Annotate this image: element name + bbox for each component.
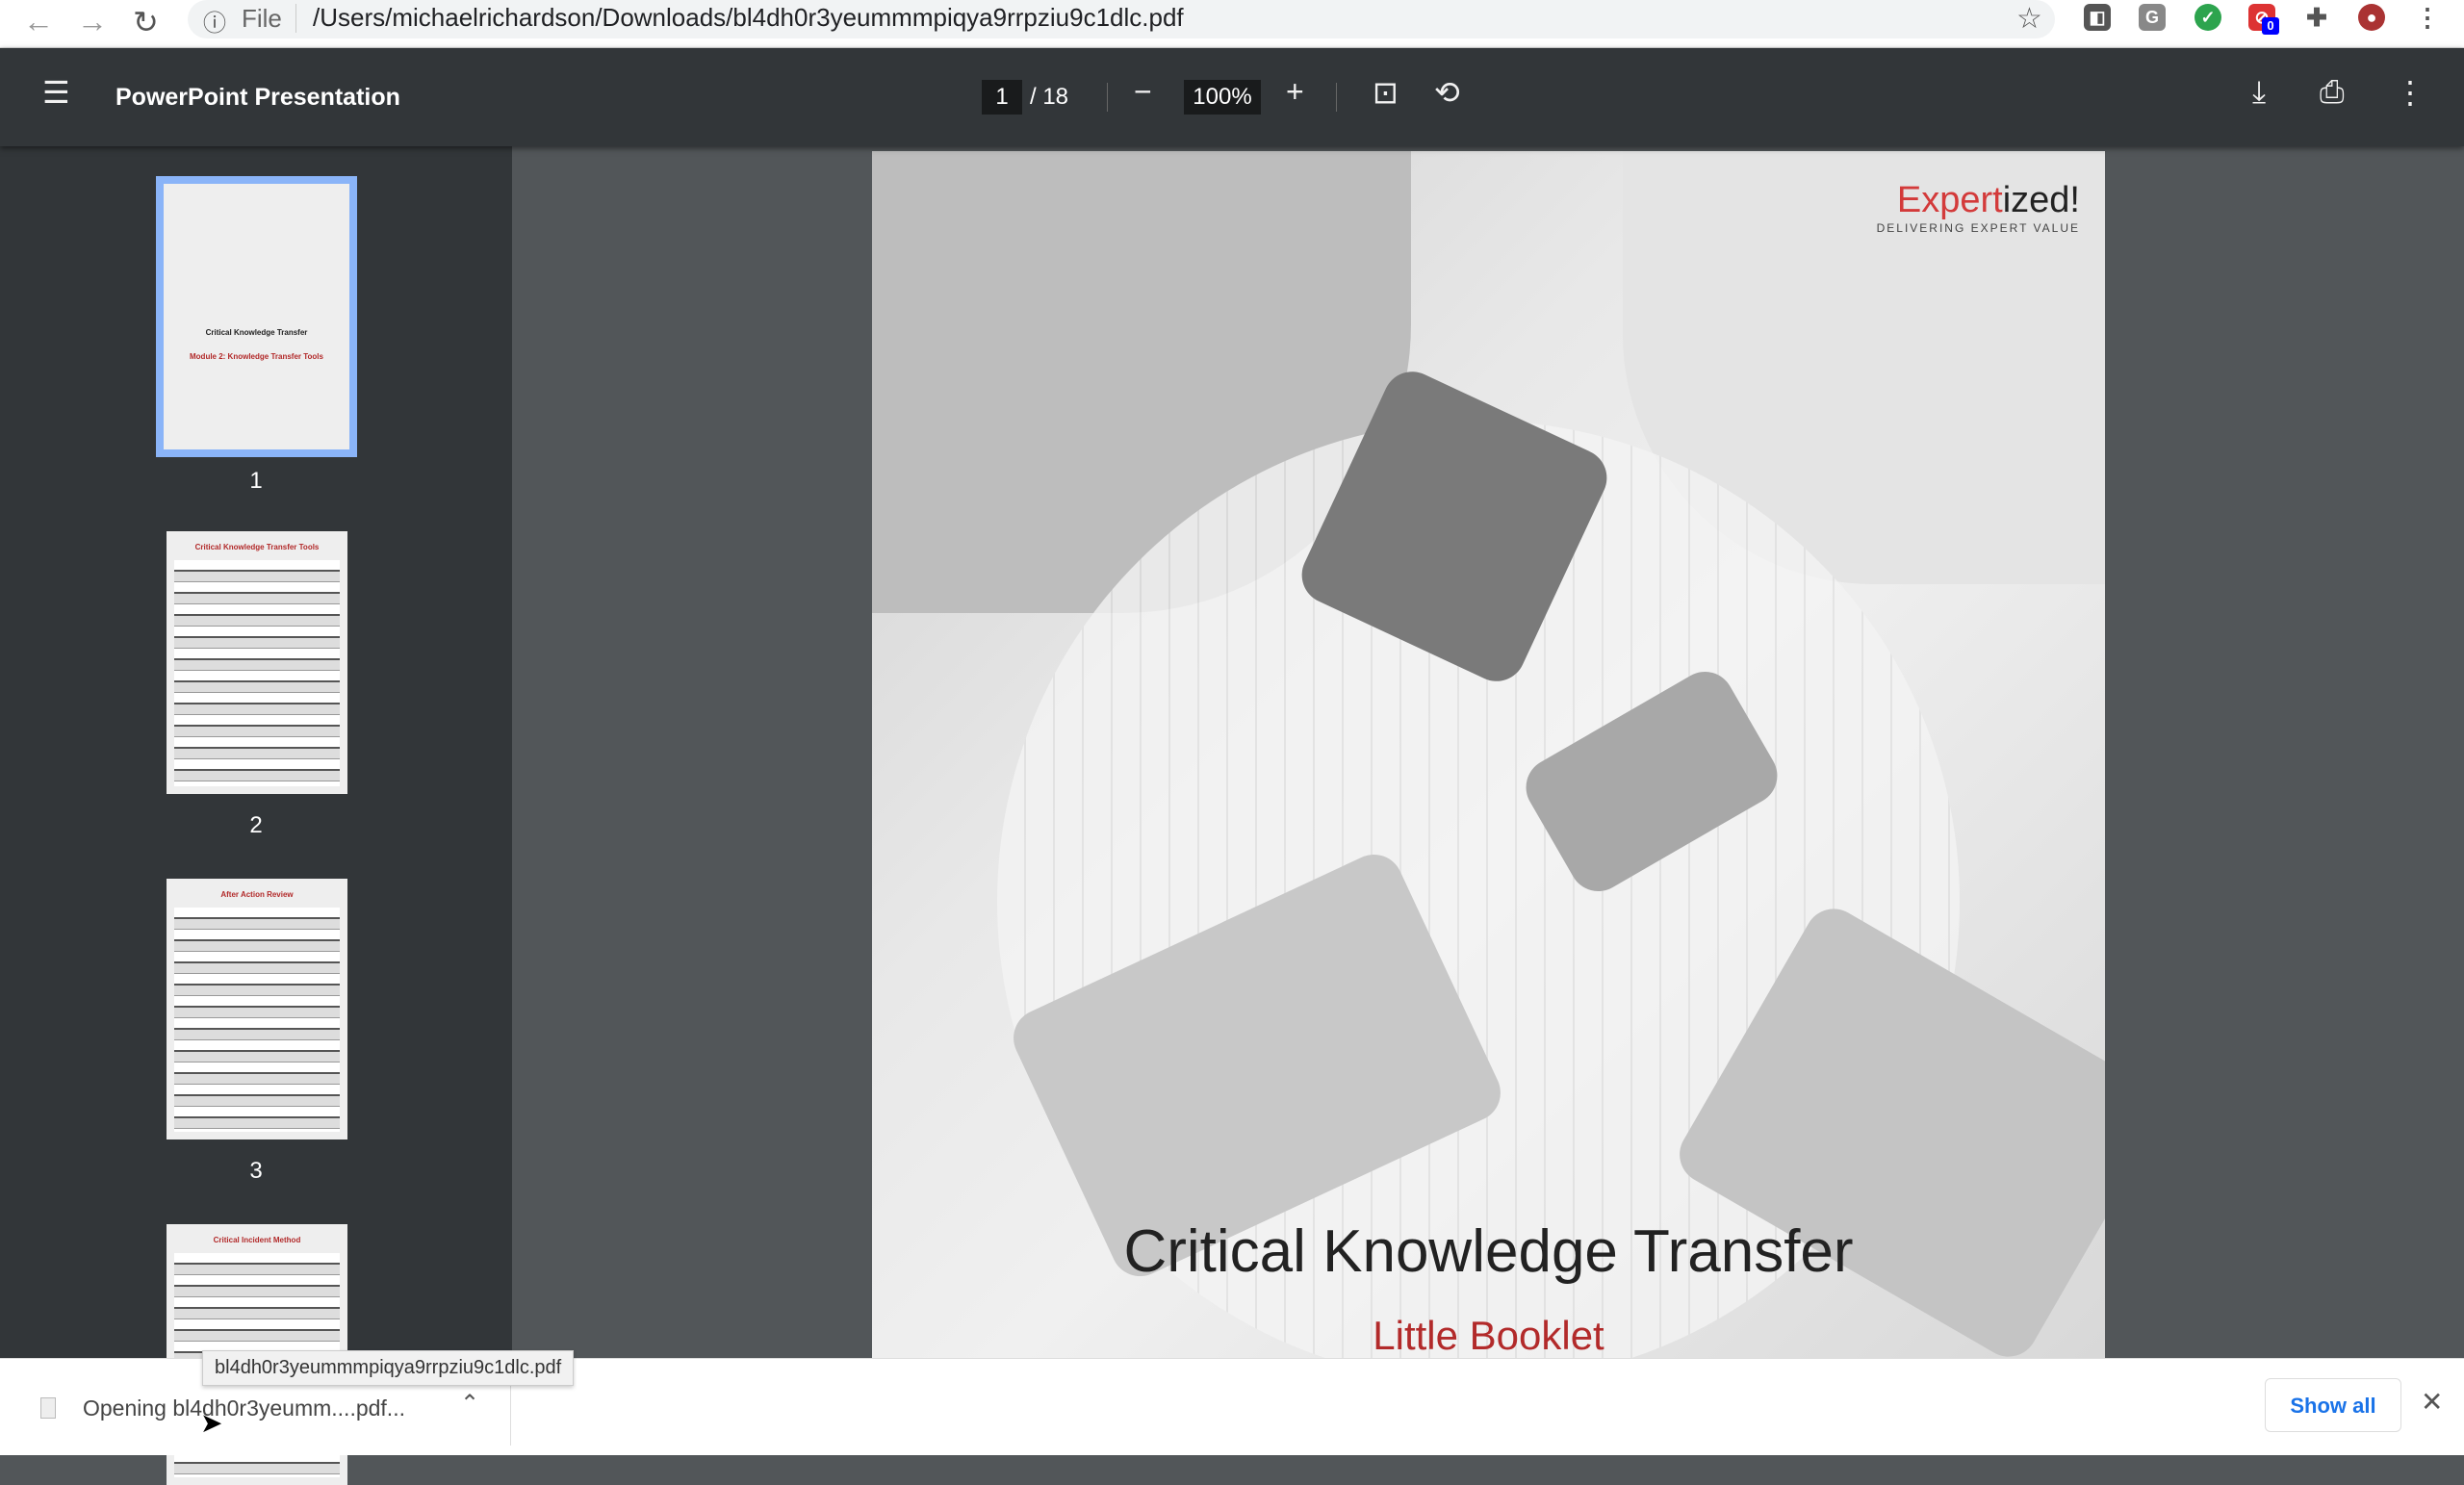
pdf-page-1: Expertized! DELIVERING EXPERT VALUE Crit… — [872, 151, 2105, 1358]
more-options-icon[interactable]: ⋮ — [2395, 74, 2426, 111]
thumbnail-table — [174, 908, 340, 1132]
logo-text-red: Expert — [1896, 180, 2003, 220]
extension-badge: 0 — [2262, 17, 2279, 35]
info-icon[interactable]: ⓘ — [203, 4, 226, 38]
thumbnail-subtitle: Module 2: Knowledge Transfer Tools — [190, 352, 323, 361]
thumbnail-label: 3 — [249, 1158, 263, 1184]
check-extension-icon[interactable]: ✓ — [2194, 4, 2221, 31]
extension-icon[interactable]: ◧ — [2084, 4, 2111, 31]
browser-bar: ← → ↻ ⓘ File /Users/michaelrichardson/Do… — [0, 0, 2464, 48]
print-icon[interactable]: ⎙ — [2320, 74, 2345, 111]
url-text[interactable]: /Users/michaelrichardson/Downloads/bl4dh… — [313, 3, 1184, 33]
divider — [295, 4, 296, 33]
page-number-input[interactable]: 1 — [982, 80, 1022, 115]
close-icon[interactable]: ✕ — [2421, 1386, 2443, 1418]
grammarly-extension-icon[interactable]: G — [2139, 4, 2166, 31]
blocker-extension-icon[interactable]: ⊘0 — [2248, 4, 2279, 35]
browser-menu-icon[interactable]: ⋮ — [2414, 4, 2441, 31]
thumbnail-title: Critical Knowledge Transfer — [205, 328, 308, 337]
pdf-toolbar: ☰ PowerPoint Presentation 1 / 18 − 100% … — [0, 48, 2464, 146]
show-all-button[interactable]: Show all — [2265, 1378, 2401, 1432]
zoom-input[interactable]: 100% — [1184, 80, 1261, 115]
download-filename-tooltip: bl4dh0r3yeummmpiqya9rrpziu9c1dlc.pdf — [202, 1350, 575, 1386]
download-item-status[interactable]: Opening bl4dh0r3yeumm....pdf... — [83, 1395, 405, 1421]
thumbnail-label: 1 — [249, 468, 263, 494]
download-icon[interactable]: ⤓ — [2252, 74, 2266, 111]
thumbnail-sidebar[interactable]: Critical Knowledge Transfer Module 2: Kn… — [0, 146, 512, 1485]
chevron-up-icon[interactable]: ⌃ — [460, 1390, 479, 1418]
rotate-icon[interactable]: ⟲ — [1434, 74, 1460, 111]
zoom-in-icon[interactable]: + — [1286, 74, 1304, 110]
reload-icon[interactable]: ↻ — [133, 4, 159, 40]
pdf-file-icon — [40, 1397, 56, 1419]
thumbnail-label: 2 — [249, 812, 263, 838]
thumbnail-title: After Action Review — [220, 890, 294, 899]
puzzle-extensions-icon[interactable]: ✚ — [2303, 4, 2330, 31]
thumbnail-title: Critical Incident Method — [213, 1236, 301, 1244]
slide-subtitle: Little Booklet — [1373, 1313, 1604, 1358]
thumbnail-title: Critical Knowledge Transfer Tools — [194, 543, 320, 551]
logo-tagline: DELIVERING EXPERT VALUE — [1876, 221, 2080, 235]
thumbnail-page-1[interactable]: Critical Knowledge Transfer Module 2: Kn… — [156, 176, 357, 457]
mouse-cursor-icon: ➤ — [200, 1408, 223, 1438]
divider — [1107, 83, 1108, 112]
forward-icon[interactable]: → — [77, 4, 108, 39]
divider — [1336, 83, 1337, 112]
thumbnail-page-2[interactable]: Critical Knowledge Transfer Tools — [167, 531, 347, 794]
bookmark-star-icon[interactable]: ☆ — [2016, 2, 2042, 36]
zoom-out-icon[interactable]: − — [1134, 74, 1152, 110]
fit-page-icon[interactable]: ⊡ — [1373, 74, 1399, 111]
thumbnail-table — [174, 560, 340, 786]
menu-icon[interactable]: ☰ — [42, 74, 70, 111]
logo-text-dark: ized! — [2002, 180, 2080, 220]
thumbnail-page-3[interactable]: After Action Review — [167, 879, 347, 1139]
page-count: / 18 — [1030, 84, 1069, 110]
back-icon[interactable]: ← — [23, 4, 54, 39]
expertized-logo: Expertized! DELIVERING EXPERT VALUE — [1877, 180, 2080, 235]
url-scheme: File — [242, 4, 282, 33]
slide-title: Critical Knowledge Transfer — [1123, 1218, 1854, 1285]
address-bar[interactable]: ⓘ File /Users/michaelrichardson/Download… — [188, 0, 2055, 38]
profile-avatar[interactable]: ● — [2358, 4, 2385, 31]
document-title: PowerPoint Presentation — [116, 84, 400, 111]
